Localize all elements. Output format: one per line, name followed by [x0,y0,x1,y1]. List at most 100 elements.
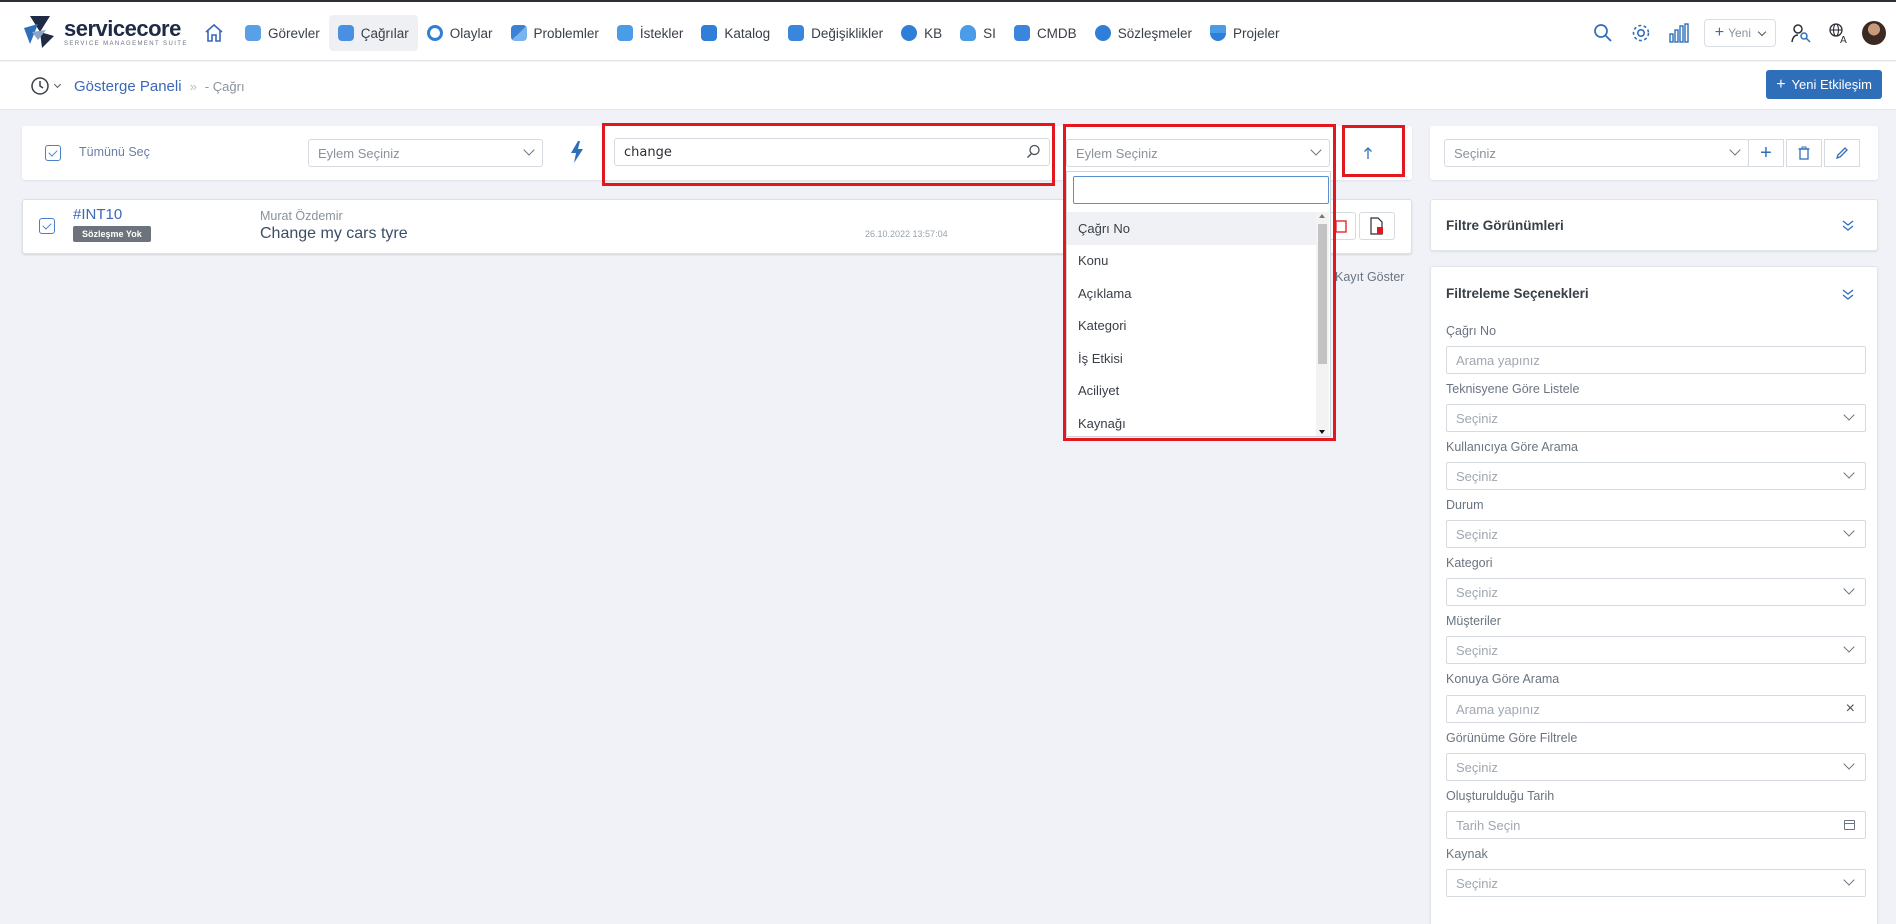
nav-item-cagrilar[interactable]: Çağrılar [328,15,418,51]
servicecore-logo[interactable]: servicecore SERVICE MANAGEMENT SUITE [20,14,188,50]
si-icon [960,25,977,41]
chevron-down-icon [1843,525,1855,537]
record-id-link[interactable]: #INT10 [73,206,122,223]
chevron-down-icon [1843,758,1855,770]
language-icon[interactable]: A [1820,15,1858,51]
row-checkbox[interactable] [39,218,55,234]
contracts-icon [1094,25,1111,41]
breadcrumb: Gösterge Paneli » - Çağrı [30,76,245,96]
breadcrumb-home-link[interactable]: Gösterge Paneli [74,78,182,95]
double-chevron-down-icon[interactable] [1841,218,1855,232]
bar-chart-icon[interactable] [1660,15,1698,51]
filter-options-panel: Filtreleme Seçenekleri Çağrı No Arama ya… [1430,266,1878,924]
filter-input-cagri-no[interactable]: Arama yapınız [1446,346,1866,374]
catalog-icon [701,25,718,41]
chevron-down-icon [523,144,535,156]
home-icon[interactable] [200,15,228,51]
nav-item-sozlesmeler[interactable]: Sözleşmeler [1086,15,1201,51]
filter-input-subject[interactable]: Arama yapınız × [1446,695,1866,723]
record-date: 26.10.2022 13:57:04 [865,229,948,239]
nav-item-kb[interactable]: KB [892,15,951,51]
breadcrumb-current: - Çağrı [204,78,245,94]
calls-icon [337,25,354,41]
filter-label-view: Görünüme Göre Filtrele [1446,731,1578,745]
new-interaction-button[interactable]: + Yeni Etkileşim [1766,70,1882,99]
highlight-search-box [602,123,1055,186]
filter-label-created-date: Oluşturulduğu Tarih [1446,789,1555,803]
select-all-label[interactable]: Tümünü Seç [79,145,150,159]
nav-item-degisiklikler[interactable]: Değişiklikler [779,15,892,51]
filter-select-customers[interactable]: Seçiniz [1446,636,1866,664]
new-dropdown-button[interactable]: + Yeni [1703,19,1776,47]
brand-tagline: SERVICE MANAGEMENT SUITE [64,40,188,47]
plus-icon: + [1776,75,1786,93]
plus-icon: + [1714,24,1725,41]
filter-view-toolbar: Seçiniz + [1430,126,1878,180]
filter-select-status[interactable]: Seçiniz [1446,520,1866,548]
requests-icon [616,25,633,41]
user-avatar[interactable] [1862,21,1886,45]
nav-item-projeler[interactable]: Projeler [1201,15,1289,51]
filter-label-customers: Müşteriler [1446,614,1501,628]
filter-select-source[interactable]: Seçiniz [1446,869,1866,897]
chevron-down-icon [53,80,62,89]
show-records-label[interactable]: Kayıt Göster [1335,270,1404,284]
select-all-checkbox[interactable] [45,145,61,161]
chevron-down-icon [1843,409,1855,421]
record-subject[interactable]: Change my cars tyre [260,225,408,243]
filter-select-view[interactable]: Seçiniz [1446,753,1866,781]
delete-filter-view-button[interactable] [1786,139,1822,167]
filter-select-category[interactable]: Seçiniz [1446,578,1866,606]
nav-right-tools: + Yeni A [1584,15,1896,51]
nav-item-olaylar[interactable]: Olaylar [418,15,502,51]
search-icon[interactable] [1584,15,1622,51]
history-icon[interactable] [30,76,62,96]
filter-view-select[interactable]: Seçiniz [1444,139,1749,167]
chevron-down-icon [1843,874,1855,886]
nav-item-problemler[interactable]: Problemler [502,15,608,51]
add-filter-view-button[interactable]: + [1748,139,1784,167]
filter-select-user[interactable]: Seçiniz [1446,462,1866,490]
svg-text:A: A [1840,35,1847,44]
nav-item-gorevler[interactable]: Görevler [236,15,329,51]
brand-name-core: core [136,15,181,41]
nav-item-si[interactable]: SI [951,15,1005,51]
filter-label-user: Kullanıcıya Göre Arama [1446,440,1579,454]
kb-icon [901,25,918,41]
tasks-icon [245,25,261,41]
filter-label-category: Kategori [1446,556,1493,570]
clear-icon[interactable]: × [1846,701,1855,717]
plus-icon: + [1760,142,1772,164]
gear-icon[interactable] [1622,15,1660,51]
pencil-icon [1835,147,1848,160]
filter-views-title: Filtre Görünümleri [1446,218,1564,233]
filter-select-technician[interactable]: Seçiniz [1446,404,1866,432]
trash-icon [1798,146,1810,160]
chevron-down-icon [1729,144,1741,156]
logo-mark-icon [20,14,58,50]
main-nav: Görevler Çağrılar Olaylar Problemler İst… [200,15,1289,51]
nav-item-istekler[interactable]: İstekler [608,15,693,51]
changes-icon [788,25,805,41]
chevron-down-icon [1757,27,1767,36]
breadcrumb-bar: Gösterge Paneli » - Çağrı + Yeni Etkileş… [0,62,1896,110]
highlight-sort-button [1342,125,1405,177]
problems-icon [510,25,527,41]
filter-label-subject: Konuya Göre Arama [1446,672,1560,686]
user-search-icon[interactable] [1782,15,1820,51]
top-navigation-bar: servicecore SERVICE MANAGEMENT SUITE Gör… [0,0,1896,61]
nav-item-cmdb[interactable]: CMDB [1005,15,1086,51]
incidents-icon [426,25,443,41]
double-chevron-right-icon: » [189,78,197,94]
edit-filter-view-button[interactable] [1824,139,1860,167]
double-chevron-down-icon[interactable] [1841,287,1855,301]
chevron-down-icon [1843,583,1855,595]
delete-file-button[interactable] [1359,212,1395,240]
bulk-action-select[interactable]: Eylem Seçiniz [308,139,543,167]
filter-input-created-date[interactable]: Tarih Seçin [1446,811,1866,839]
projects-icon [1209,25,1226,41]
nav-item-katalog[interactable]: Katalog [692,15,779,51]
calendar-icon[interactable] [1844,820,1855,830]
chevron-down-icon [1843,641,1855,653]
lightning-icon[interactable] [569,140,585,169]
